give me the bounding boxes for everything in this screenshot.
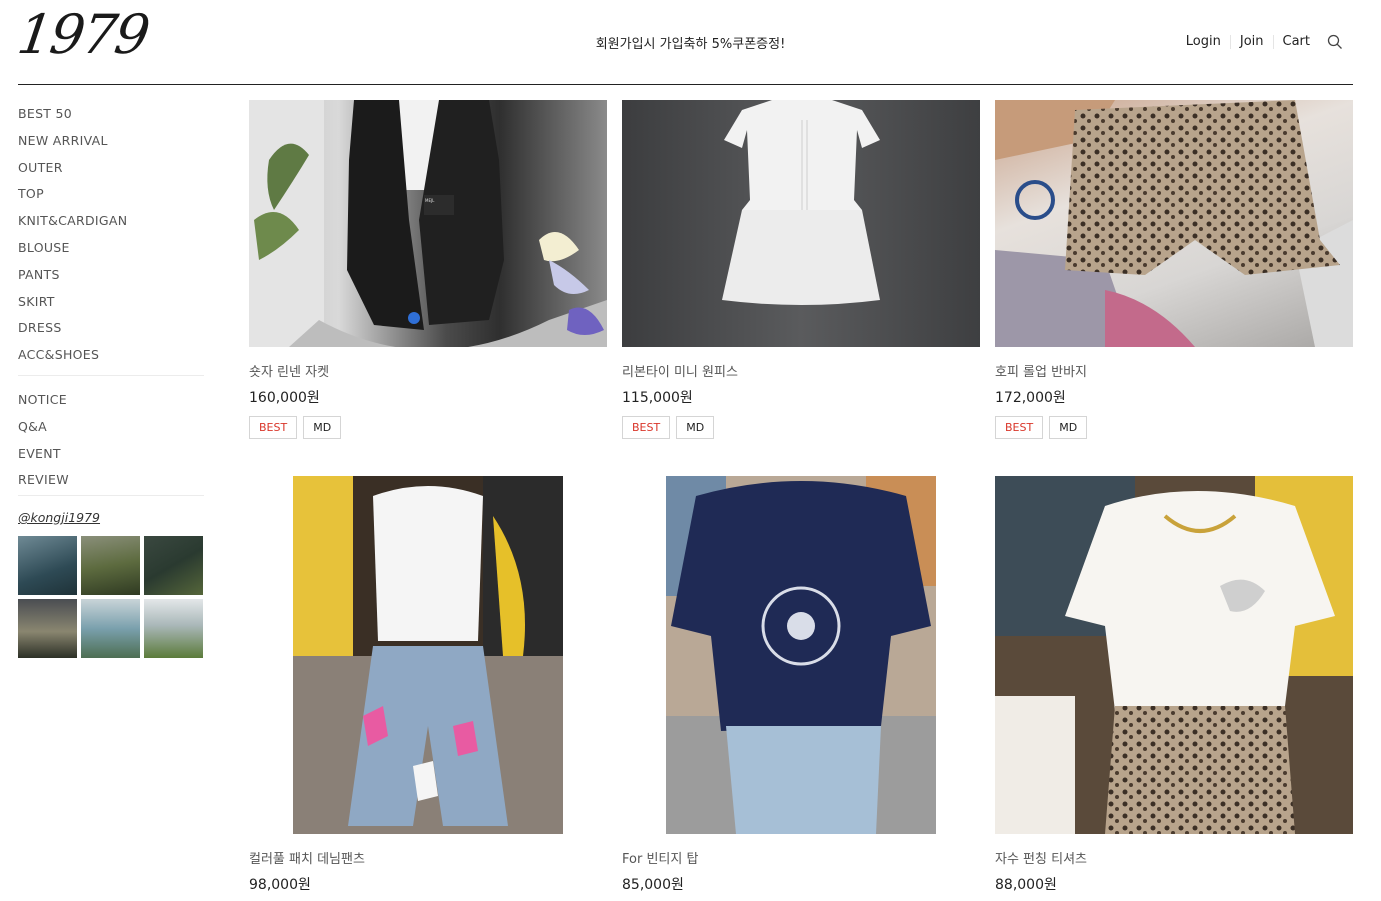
product-badges: BEST MD bbox=[249, 416, 607, 439]
product-name[interactable]: 숏자 린넨 자켓 bbox=[249, 361, 607, 380]
sidebar-divider bbox=[18, 495, 204, 497]
category-menu: BEST 50 NEW ARRIVAL OUTER TOP KNIT&CARDI… bbox=[18, 104, 204, 372]
instagram-thumbnail[interactable] bbox=[144, 536, 203, 596]
product-photo-embroidered-tee bbox=[995, 476, 1353, 834]
top-nav: Login Join Cart bbox=[1177, 34, 1343, 50]
instagram-feed bbox=[18, 536, 204, 659]
product-name[interactable]: 컬러풀 패치 데님팬츠 bbox=[249, 848, 607, 867]
product-card[interactable]: For 빈티지 탑 85,000원 bbox=[622, 476, 980, 894]
instagram-handle-link[interactable]: @kongji1979 bbox=[18, 510, 204, 525]
join-link[interactable]: Join bbox=[1231, 35, 1274, 49]
product-image[interactable]: MEJL bbox=[249, 100, 607, 347]
md-badge: MD bbox=[303, 416, 342, 439]
sidebar-divider bbox=[18, 374, 204, 376]
sidebar-item-skirt[interactable]: SKIRT bbox=[18, 292, 204, 319]
search-icon[interactable] bbox=[1327, 34, 1343, 50]
md-badge: MD bbox=[676, 416, 715, 439]
product-badges: BEST MD bbox=[995, 416, 1353, 439]
sidebar-item-dress[interactable]: DRESS bbox=[18, 318, 204, 345]
product-photo-dress bbox=[722, 100, 880, 305]
product-card[interactable]: 컬러풀 패치 데님팬츠 98,000원 bbox=[249, 476, 607, 894]
product-card[interactable]: 자수 펀칭 티셔츠 88,000원 bbox=[995, 476, 1353, 894]
sidebar-item-outer[interactable]: OUTER bbox=[18, 158, 204, 185]
sidebar-item-blouse[interactable]: BLOUSE bbox=[18, 238, 204, 265]
product-image[interactable] bbox=[622, 476, 980, 834]
product-price: 88,000원 bbox=[995, 877, 1057, 893]
sidebar-item-pants[interactable]: PANTS bbox=[18, 265, 204, 292]
sidebar-item-top[interactable]: TOP bbox=[18, 184, 204, 211]
product-name[interactable]: 리본타이 미니 원피스 bbox=[622, 361, 980, 380]
best-badge: BEST bbox=[995, 416, 1044, 439]
sidebar-item-best50[interactable]: BEST 50 bbox=[18, 104, 204, 131]
sidebar-item-knit-cardigan[interactable]: KNIT&CARDIGAN bbox=[18, 211, 204, 238]
header-divider bbox=[18, 84, 1353, 85]
product-photo-navy-tee bbox=[666, 476, 936, 834]
product-price: 85,000원 bbox=[622, 877, 684, 893]
product-photo-shorts bbox=[995, 100, 1353, 347]
sidebar-item-notice[interactable]: NOTICE bbox=[18, 390, 204, 417]
cart-link[interactable]: Cart bbox=[1274, 35, 1320, 49]
product-image[interactable] bbox=[249, 476, 607, 834]
product-name[interactable]: For 빈티지 탑 bbox=[622, 848, 980, 867]
instagram-thumbnail[interactable] bbox=[81, 599, 140, 659]
login-link[interactable]: Login bbox=[1177, 35, 1231, 49]
product-price: 98,000원 bbox=[249, 877, 311, 893]
instagram-thumbnail[interactable] bbox=[18, 599, 77, 659]
instagram-thumbnail[interactable] bbox=[18, 536, 77, 596]
product-image[interactable] bbox=[995, 100, 1353, 347]
best-badge: BEST bbox=[622, 416, 671, 439]
board-menu: NOTICE Q&A EVENT REVIEW bbox=[18, 390, 204, 497]
product-badges: BEST MD bbox=[622, 416, 980, 439]
sidebar-item-event[interactable]: EVENT bbox=[18, 444, 204, 471]
promo-banner-text: 회원가입시 가입축하 5%쿠폰증정! bbox=[595, 37, 786, 52]
product-price: 115,000원 bbox=[622, 390, 693, 406]
sidebar-item-new-arrival[interactable]: NEW ARRIVAL bbox=[18, 131, 204, 158]
product-photo-denim-pants bbox=[293, 476, 563, 834]
product-card[interactable]: MEJL 숏자 린넨 자켓 160,000원 BEST MD bbox=[249, 100, 607, 439]
svg-text:MEJL: MEJL bbox=[425, 198, 435, 203]
product-image[interactable] bbox=[622, 100, 980, 347]
instagram-thumbnail[interactable] bbox=[81, 536, 140, 596]
sidebar-item-qna[interactable]: Q&A bbox=[18, 417, 204, 444]
md-badge: MD bbox=[1049, 416, 1088, 439]
product-card[interactable]: 호피 롤업 반바지 172,000원 BEST MD bbox=[995, 100, 1353, 439]
product-photo-jacket: MEJL bbox=[249, 100, 607, 347]
product-image[interactable] bbox=[995, 476, 1353, 834]
sidebar-item-acc-shoes[interactable]: ACC&SHOES bbox=[18, 345, 204, 372]
product-price: 172,000원 bbox=[995, 390, 1066, 406]
product-name[interactable]: 호피 롤업 반바지 bbox=[995, 361, 1353, 380]
best-badge: BEST bbox=[249, 416, 298, 439]
sidebar-item-review[interactable]: REVIEW bbox=[18, 470, 204, 497]
site-header: 1979 회원가입시 가입축하 5%쿠폰증정! Login Join Cart bbox=[0, 0, 1381, 86]
product-name[interactable]: 자수 펀칭 티셔츠 bbox=[995, 848, 1353, 867]
product-price: 160,000원 bbox=[249, 390, 320, 406]
sidebar: BEST 50 NEW ARRIVAL OUTER TOP KNIT&CARDI… bbox=[18, 104, 204, 659]
instagram-thumbnail[interactable] bbox=[144, 599, 203, 659]
product-card[interactable]: 리본타이 미니 원피스 115,000원 BEST MD bbox=[622, 100, 980, 439]
